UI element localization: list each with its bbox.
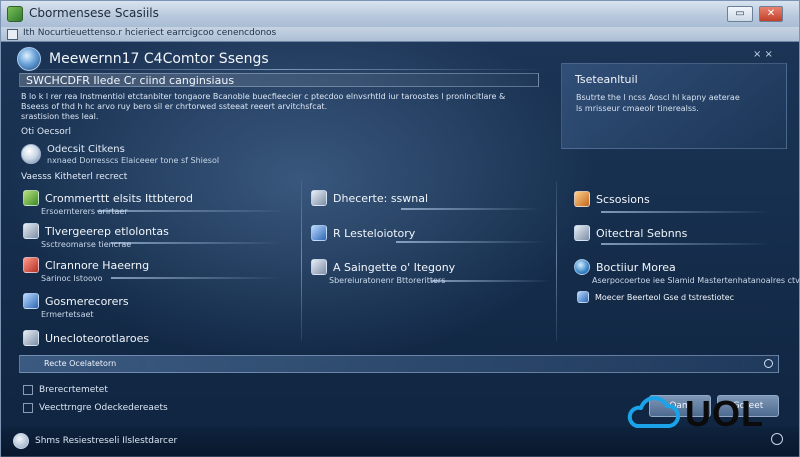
- item-label: Oitectral Sebnns: [596, 226, 688, 240]
- cloud-icon: [627, 396, 680, 428]
- highlight-streak: [401, 208, 541, 210]
- network-icon: [23, 257, 39, 273]
- devices-icon: [23, 293, 39, 309]
- side-panel-title: Tseteanltuil: [575, 73, 638, 86]
- item-label: Unecloteorotlaroes: [45, 331, 150, 345]
- group-label: Vaesss Kitheterl recrect: [21, 172, 128, 182]
- settings-item-8[interactable]: A Saingette o' Itegony Sbereiuratonenr B…: [311, 259, 456, 285]
- close-button[interactable]: ✕: [759, 6, 783, 22]
- status-description: nxnaed Dorresscs Elaiceeer tone sf Shies…: [47, 156, 220, 165]
- highlight-streak: [601, 211, 771, 213]
- item-label: R Lesteloiotory: [333, 226, 416, 240]
- help-icon[interactable]: [13, 433, 29, 449]
- radio-icon[interactable]: [764, 359, 773, 368]
- item-sublabel: Sbereiuratonenr Bttoreritters: [329, 276, 446, 285]
- monitor-icon: [23, 223, 39, 239]
- item-label: Tlvergeerep etlolontas: [45, 224, 169, 238]
- control-panel-icon: [17, 47, 41, 71]
- section-description-line-2: Bseess of thd h hc arvo ruy bero sil er …: [21, 102, 328, 111]
- item-label: Moecer Beerteol Gse d tstrestiotec: [595, 292, 735, 302]
- shield-icon: [23, 190, 39, 206]
- selected-row-label: Recte Ocelatetorn: [44, 359, 117, 368]
- selected-setting-row[interactable]: Recte Ocelatetorn: [19, 355, 779, 373]
- settings-item-3[interactable]: Clrannore Haeerng Sarinoc Istoovo: [23, 257, 150, 283]
- settings-item-4[interactable]: Gosmerecorers Ermertetsaet: [23, 293, 129, 319]
- window-title: Cbormensese Scasiils: [29, 6, 159, 20]
- side-panel-line-2: ls mrisseur cmaeolr tinerealss.: [576, 104, 699, 113]
- item-label: Scsosions: [596, 192, 650, 206]
- item-sublabel: Sarinoc Istoovo: [41, 274, 103, 283]
- clock-icon: [574, 191, 590, 207]
- folder-icon: [7, 29, 18, 40]
- resize-icon[interactable]: [771, 433, 783, 445]
- laptop-icon: [311, 225, 327, 241]
- settings-item-10[interactable]: Oitectral Sebnns: [574, 225, 687, 241]
- settings-item-11[interactable]: Boctiiur Morea Aserpocoertoe iee Slamid …: [574, 259, 800, 285]
- item-label: A Saingette o' Itegony: [333, 260, 456, 274]
- highlight-streak: [396, 241, 546, 243]
- footer-link-1[interactable]: Brerecrtemetet: [23, 385, 108, 395]
- title-bar: Cbormensese Scasiils ▭ ✕: [1, 1, 799, 28]
- item-label: Boctiiur Morea: [596, 260, 676, 274]
- footer-link-2[interactable]: Veecttrngre Odeckedereaets: [23, 403, 168, 413]
- item-sublabel: Ermertetsaet: [41, 310, 94, 319]
- link-icon: [23, 403, 33, 413]
- highlight-streak: [431, 280, 551, 282]
- side-panel-line-1: Bsutrte the l ncss Aoscl hl kapny aetera…: [576, 93, 740, 102]
- item-label: Gosmerecorers: [45, 294, 129, 308]
- globe-icon: [574, 259, 590, 275]
- settings-item-12[interactable]: Moecer Beerteol Gse d tstrestiotec: [577, 291, 734, 303]
- header-divider: [11, 69, 551, 70]
- section-description-line-1: B lo k l rer rea Instmentiol etctanbiter…: [21, 92, 506, 101]
- status-bar-text: Shms Resiestreseli Ilslestdarcer: [35, 436, 178, 446]
- status-value[interactable]: Odecsit Citkens: [47, 144, 125, 155]
- settings-item-6[interactable]: Dhecerte: sswnal: [311, 190, 428, 206]
- settings-item-5[interactable]: Unecloteorotlaroes: [23, 330, 149, 346]
- disk-icon: [574, 225, 590, 241]
- settings-item-9[interactable]: Scsosions: [574, 191, 650, 207]
- users-icon: [577, 291, 589, 303]
- status-label: Oti Oecsorl: [21, 127, 71, 137]
- highlight-streak: [97, 210, 287, 212]
- item-label: Crommerttt elsits Ittbterod: [45, 191, 193, 205]
- highlight-streak: [601, 243, 771, 245]
- footer-link-label: Brerecrtemetet: [39, 385, 108, 395]
- display-icon: [311, 190, 327, 206]
- uol-watermark: UOL: [623, 393, 764, 435]
- settings-item-2[interactable]: Tlvergeerep etlolontas Ssctreomarse tien…: [23, 223, 169, 249]
- item-label: Dhecerte: sswnal: [333, 191, 429, 205]
- breadcrumb[interactable]: Ith Nocurtieuettenso.r hcieriect earrcig…: [23, 28, 276, 38]
- page-title: Meewernn17 C4Comtor Ssengs: [49, 51, 269, 67]
- close-icon[interactable]: × ×: [753, 49, 773, 60]
- section-title: SWCHCDFR Ilede Cr ciind canginsiaus: [19, 73, 539, 87]
- item-label: Clrannore Haeerng: [45, 258, 150, 272]
- column-divider: [556, 181, 557, 341]
- item-sublabel: Aserpocoertoe iee Slamid Mastertenhatano…: [592, 276, 800, 285]
- settings-item-1[interactable]: Crommerttt elsits Ittbterod Ersoernterer…: [23, 190, 193, 216]
- address-bar[interactable]: Ith Nocurtieuettenso.r hcieriect earrcig…: [1, 27, 799, 42]
- highlight-streak: [111, 277, 281, 279]
- window-icon: [311, 259, 327, 275]
- watermark-text: UOL: [685, 393, 764, 434]
- minimize-button[interactable]: ▭: [727, 6, 753, 22]
- settings-window: Cbormensese Scasiils ▭ ✕ Ith Nocurtieuet…: [0, 0, 800, 457]
- app-icon: [7, 6, 23, 22]
- highlight-streak: [111, 242, 281, 244]
- settings-item-7[interactable]: R Lesteloiotory: [311, 225, 415, 241]
- footer-link-label: Veecttrngre Odeckedereaets: [39, 403, 168, 413]
- folder-icon: [23, 330, 39, 346]
- link-icon: [23, 385, 33, 395]
- section-description-line-3: srastision thes leal.: [21, 112, 99, 121]
- column-divider: [301, 181, 302, 341]
- status-icon: [21, 144, 41, 164]
